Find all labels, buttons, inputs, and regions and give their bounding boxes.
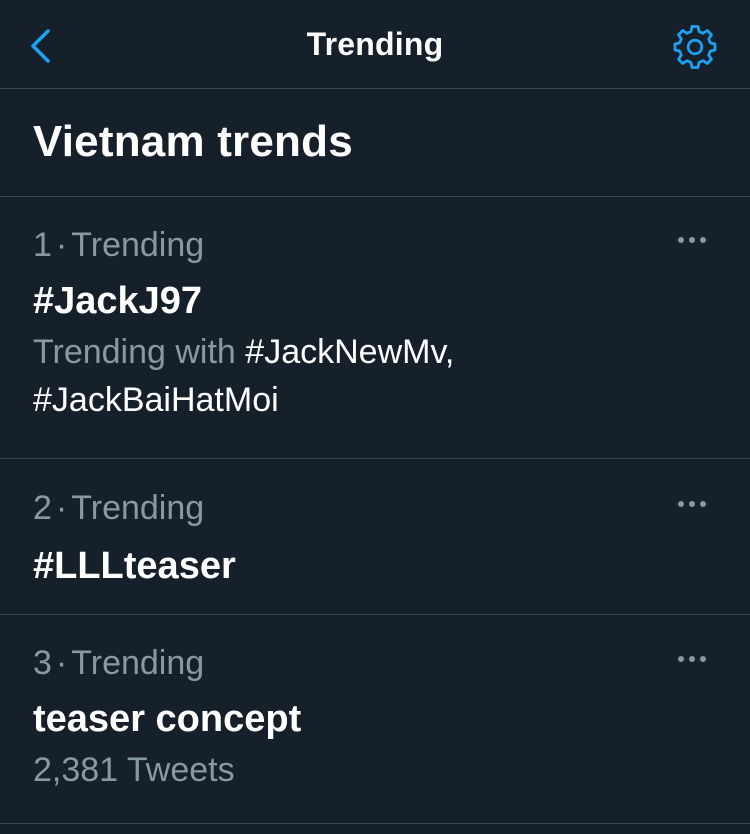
trend-context-label: Trending xyxy=(71,489,205,527)
trend-rank: 1 xyxy=(33,226,52,264)
page-title: Trending xyxy=(306,26,444,62)
more-icon xyxy=(678,501,706,507)
section-title: Vietnam trends xyxy=(33,116,353,166)
trend-name: #JackJ97 xyxy=(33,280,203,322)
more-options-button[interactable] xyxy=(678,647,718,671)
trend-related: Trending with #JackNewMv, #JackBaiHatMoi xyxy=(33,328,660,425)
trend-context: 3 · Trending xyxy=(33,646,660,680)
section-header: Vietnam trends xyxy=(0,89,750,197)
trend-name: #LLLteaser xyxy=(33,545,236,587)
related-hashtag[interactable]: #JackNewMv, xyxy=(245,333,454,371)
settings-button[interactable] xyxy=(672,24,718,70)
more-icon xyxy=(678,656,706,662)
more-options-button[interactable] xyxy=(678,492,718,516)
trend-item-2[interactable]: 2 · Trending #LLLteaser xyxy=(0,459,750,615)
trend-context-label: Trending xyxy=(71,644,205,682)
top-navigation-bar: Trending xyxy=(0,0,750,89)
trending-screen: Trending Vietnam trends 1 · Trending #Jack… xyxy=(0,0,750,834)
more-icon xyxy=(678,237,706,243)
trend-context: 1 · Trending xyxy=(33,228,660,262)
trend-name: teaser concept xyxy=(33,698,302,740)
gear-icon xyxy=(673,25,717,69)
trend-item-3[interactable]: 3 · Trending teaser concept 2,381 Tweets xyxy=(0,615,750,824)
trend-separator: · xyxy=(55,226,68,264)
trend-rank: 2 xyxy=(33,489,52,527)
trend-context-label: Trending xyxy=(71,226,205,264)
trend-item-1[interactable]: 1 · Trending #JackJ97 Trending with #JackN… xyxy=(0,197,750,459)
trend-separator: · xyxy=(55,489,68,527)
trend-separator: · xyxy=(55,644,68,682)
trend-related-prefix: Trending with xyxy=(33,333,246,371)
trend-rank: 3 xyxy=(33,644,52,682)
related-hashtag[interactable]: #JackBaiHatMoi xyxy=(33,381,279,419)
trend-context: 2 · Trending xyxy=(33,491,660,525)
more-options-button[interactable] xyxy=(678,228,718,252)
trend-tweet-count: 2,381 Tweets xyxy=(33,751,235,789)
